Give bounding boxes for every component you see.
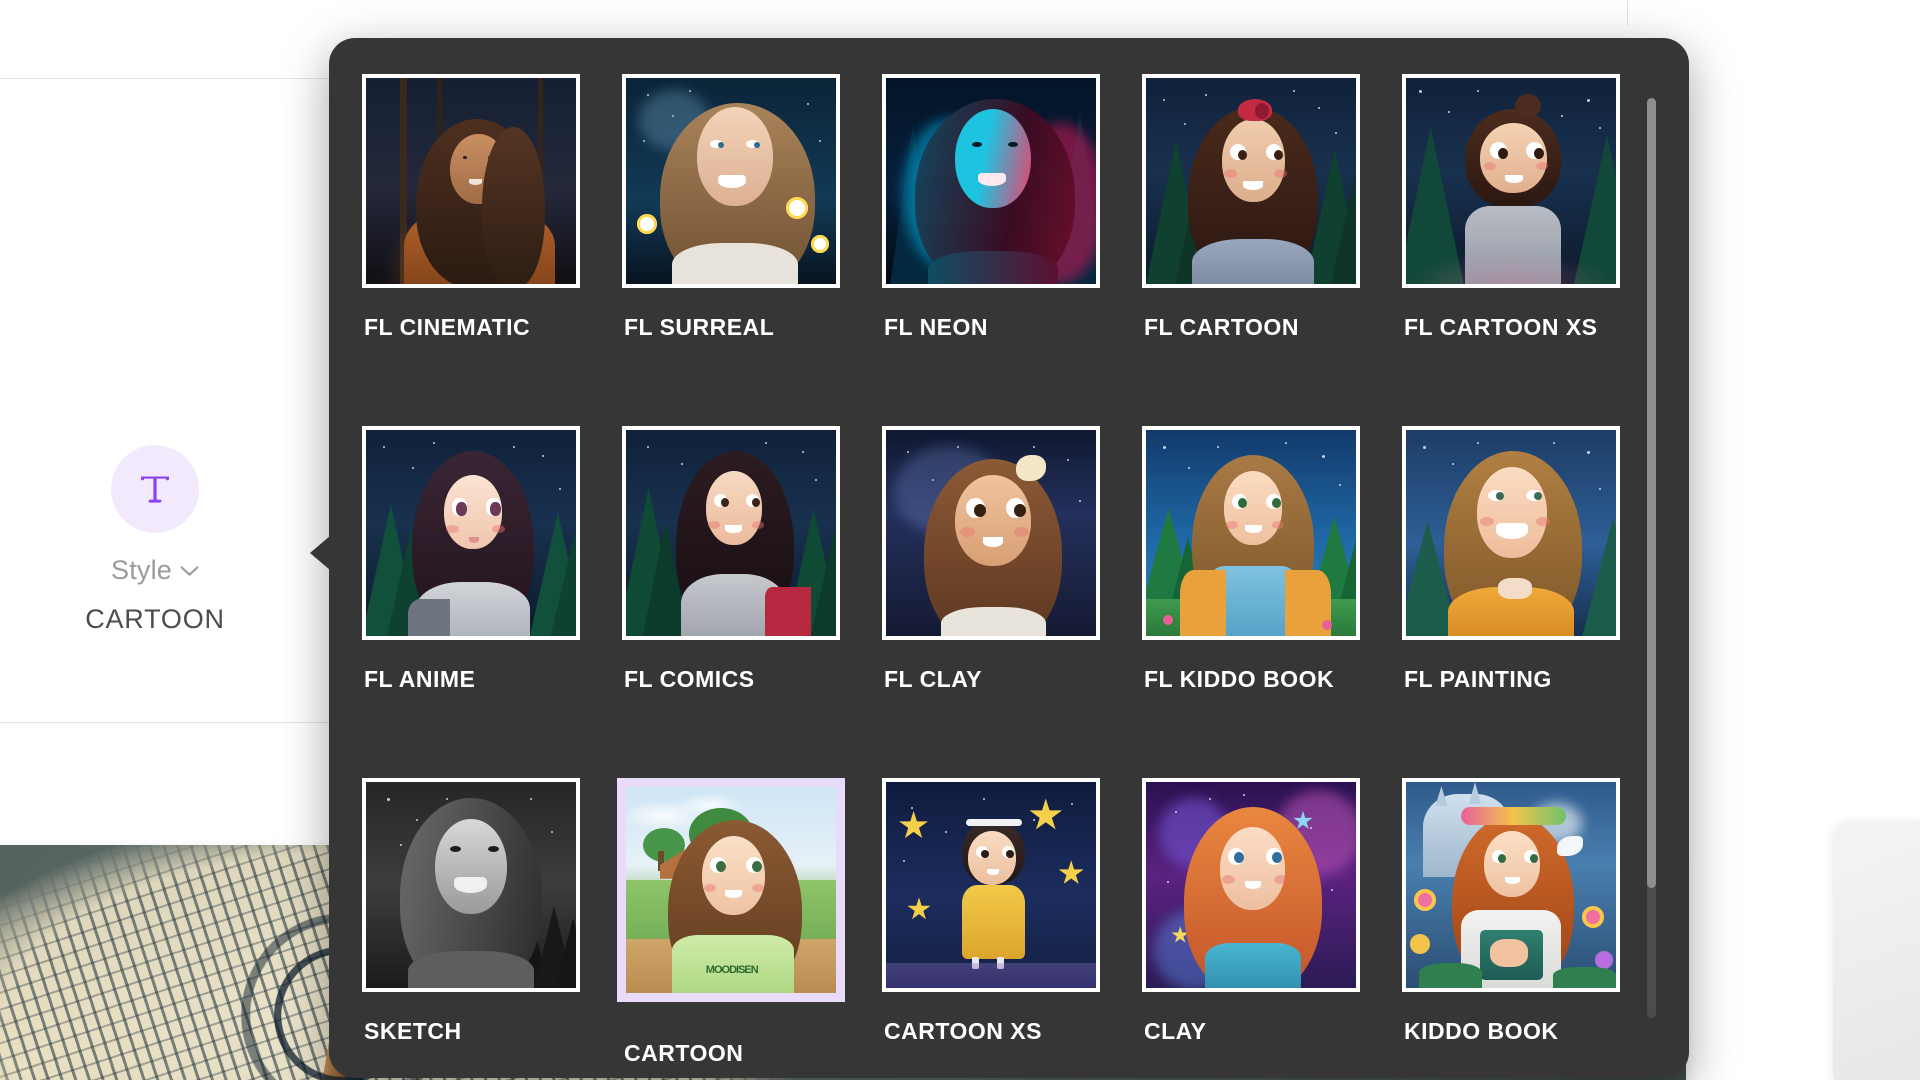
thumbnail-frame xyxy=(622,426,840,640)
thumbnail-image-fl-kiddo-book xyxy=(1146,430,1356,636)
style-card-fl-clay[interactable]: FL CLAY xyxy=(882,426,1100,778)
style-tool-label-row[interactable]: Style xyxy=(111,555,199,586)
style-card-label: FL CLAY xyxy=(884,666,983,692)
thumbnail-frame xyxy=(1402,426,1620,640)
thumbnail-frame xyxy=(1142,426,1360,640)
thumbnail-image-fl-neon xyxy=(886,78,1096,284)
thumbnail-frame xyxy=(622,74,840,288)
thumbnail-image-kiddo-book xyxy=(1406,782,1616,988)
style-card-label: FL CINEMATIC xyxy=(364,314,531,340)
style-card-fl-cinematic[interactable]: FL CINEMATIC xyxy=(362,74,580,426)
style-card-cartoon-xs[interactable]: CARTOON XS xyxy=(882,778,1100,1078)
style-card-fl-neon[interactable]: FL NEON xyxy=(882,74,1100,426)
style-card-label: FL COMICS xyxy=(624,666,755,692)
thumbnail-frame xyxy=(882,74,1100,288)
canvas-divider-vertical xyxy=(1627,0,1628,26)
thumbnail-frame xyxy=(362,426,580,640)
thumbnail-image-sketch xyxy=(366,782,576,988)
app-root: Style CARTOON FL CINEMATIC FL SURREAL FL… xyxy=(0,0,1920,1080)
style-grid: FL CINEMATIC FL SURREAL FL NEON FL CARTO… xyxy=(362,74,1629,1078)
thumbnail-image-fl-cinematic xyxy=(366,78,576,284)
chevron-down-icon[interactable] xyxy=(180,565,199,577)
thumbnail-image-clay xyxy=(1146,782,1356,988)
style-card-label: FL PAINTING xyxy=(1404,666,1552,692)
style-tool-icon-circle xyxy=(111,445,199,533)
background-photo-right-edge[interactable] xyxy=(1833,820,1920,1080)
style-card-fl-cartoon-xs[interactable]: FL CARTOON XS xyxy=(1402,74,1620,426)
thumbnail-image-fl-painting xyxy=(1406,430,1616,636)
thumbnail-frame xyxy=(1402,74,1620,288)
thumbnail-image-cartoon-xs xyxy=(886,782,1096,988)
style-card-kiddo-book[interactable]: KIDDO BOOK xyxy=(1402,778,1620,1078)
thumbnail-image-fl-surreal xyxy=(626,78,836,284)
thumbnail-frame xyxy=(882,426,1100,640)
popup-pointer-arrow xyxy=(310,536,330,570)
text-T-icon xyxy=(141,476,169,503)
style-card-label: FL CARTOON XS xyxy=(1404,314,1598,340)
style-tool-selected-value: CARTOON xyxy=(85,604,225,634)
thumbnail-image-fl-cartoon-xs xyxy=(1406,78,1616,284)
style-card-label: CLAY xyxy=(1144,1018,1207,1044)
style-card-label: FL CARTOON xyxy=(1144,314,1299,340)
thumbnail-frame xyxy=(362,74,580,288)
style-card-fl-cartoon[interactable]: FL CARTOON xyxy=(1142,74,1360,426)
canvas-divider-top xyxy=(0,78,329,79)
thumbnail-image-cartoon: MOODISEN xyxy=(626,787,836,993)
style-card-label: FL KIDDO BOOK xyxy=(1144,666,1335,692)
style-card-sketch[interactable]: SKETCH xyxy=(362,778,580,1078)
style-tool-button[interactable]: Style CARTOON xyxy=(80,445,230,635)
thumbnail-image-fl-comics xyxy=(626,430,836,636)
style-card-fl-surreal[interactable]: FL SURREAL xyxy=(622,74,840,426)
thumbnail-frame xyxy=(1142,778,1360,992)
style-card-label: CARTOON XS xyxy=(884,1018,1042,1044)
style-card-label: SKETCH xyxy=(364,1018,462,1044)
style-card-fl-anime[interactable]: FL ANIME xyxy=(362,426,580,778)
style-tool-label: Style xyxy=(110,555,173,585)
style-card-clay[interactable]: CLAY xyxy=(1142,778,1360,1078)
style-card-label: FL NEON xyxy=(884,314,989,340)
thumbnail-image-fl-clay xyxy=(886,430,1096,636)
thumbnail-image-fl-cartoon xyxy=(1146,78,1356,284)
scrollbar-thumb[interactable] xyxy=(1647,98,1656,888)
thumbnail-frame xyxy=(362,778,580,992)
thumbnail-frame xyxy=(882,778,1100,992)
style-picker-scroll-area[interactable]: FL CINEMATIC FL SURREAL FL NEON FL CARTO… xyxy=(329,38,1689,1078)
style-card-label: KIDDO BOOK xyxy=(1404,1018,1559,1044)
style-card-label: FL ANIME xyxy=(364,666,476,692)
style-card-fl-kiddo-book[interactable]: FL KIDDO BOOK xyxy=(1142,426,1360,778)
thumbnail-image-fl-anime xyxy=(366,430,576,636)
style-card-cartoon[interactable]: MOODISEN CARTOON xyxy=(617,778,845,1078)
thumbnail-frame xyxy=(1142,74,1360,288)
style-card-label: CARTOON xyxy=(624,1040,744,1066)
style-card-label: FL SURREAL xyxy=(624,314,775,340)
thumbnail-frame xyxy=(1402,778,1620,992)
style-picker-popup[interactable]: FL CINEMATIC FL SURREAL FL NEON FL CARTO… xyxy=(329,38,1689,1078)
thumbnail-frame-selected: MOODISEN xyxy=(617,778,845,1002)
style-card-fl-comics[interactable]: FL COMICS xyxy=(622,426,840,778)
style-card-fl-painting[interactable]: FL PAINTING xyxy=(1402,426,1620,778)
canvas-divider-bottom xyxy=(0,722,329,723)
